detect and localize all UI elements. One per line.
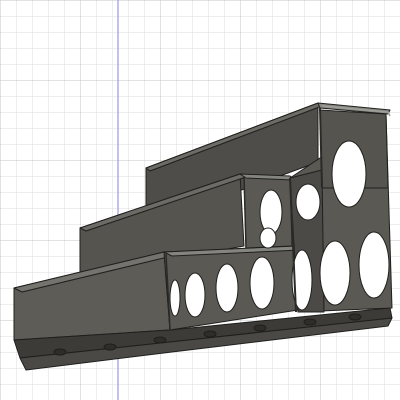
right-hole-top [331, 140, 367, 208]
middle-hole-2 [259, 227, 277, 249]
viewport-canvas[interactable] [0, 0, 400, 400]
front-hole-partial [169, 279, 181, 317]
base-hole-7 [348, 313, 362, 321]
base-hole-3 [153, 336, 167, 344]
front-hole-3 [249, 256, 275, 310]
base-hole-5 [253, 324, 267, 332]
right-hole-bottom-2 [319, 240, 351, 306]
right-hole-bottom-3 [358, 231, 390, 299]
middle-hole-1 [259, 189, 283, 235]
3d-viewport[interactable] [0, 0, 400, 400]
base-hole-1 [53, 348, 67, 356]
front-hole-1 [184, 272, 206, 318]
base-hole-6 [303, 318, 317, 326]
front-hole-2 [215, 263, 239, 313]
base-hole-4 [203, 330, 217, 338]
right-hole-small [295, 183, 321, 221]
base-hole-2 [103, 343, 117, 351]
